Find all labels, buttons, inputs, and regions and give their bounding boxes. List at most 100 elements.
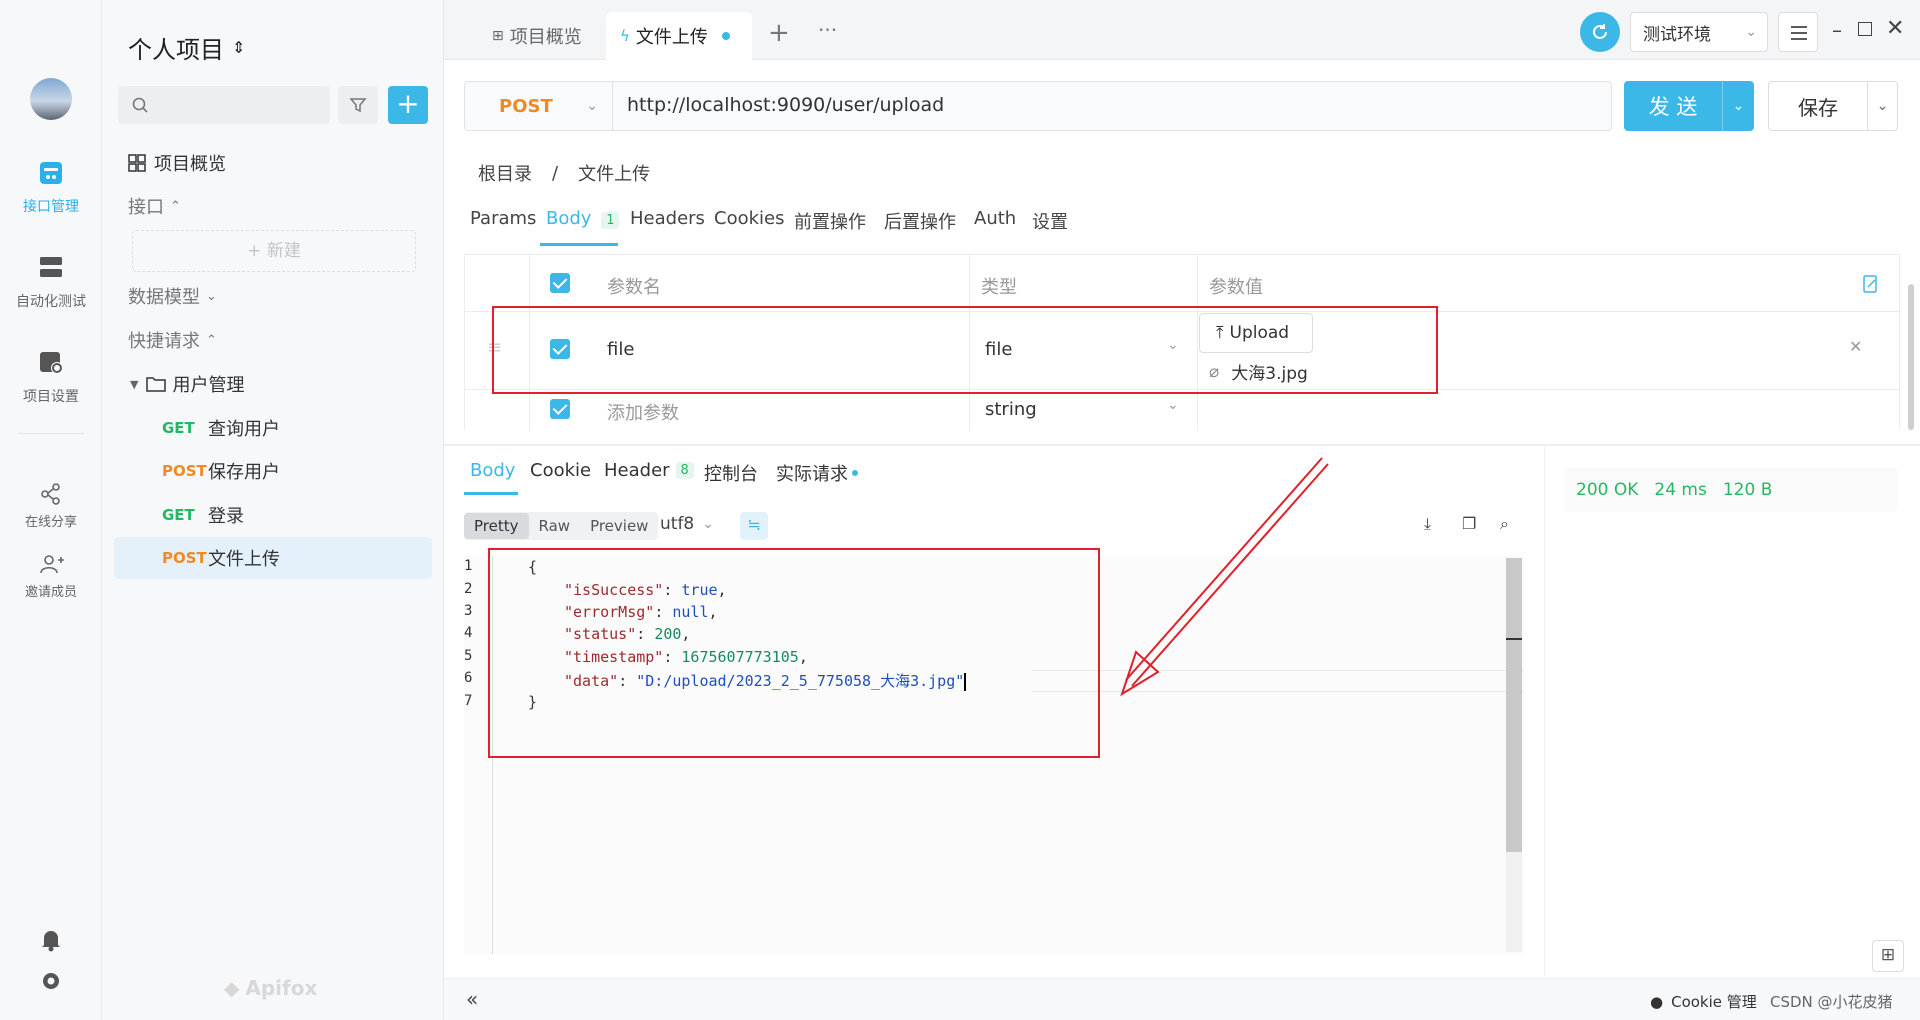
splitter[interactable]	[444, 444, 1920, 446]
request-name: 查询用户	[208, 419, 280, 440]
format-raw[interactable]: Raw	[529, 513, 581, 539]
user-avatar[interactable]	[30, 78, 72, 120]
send-label: 发 送	[1648, 95, 1698, 119]
param-type-select[interactable]: string	[985, 399, 1037, 420]
rail-item-automation[interactable]: 自动化测试	[0, 255, 102, 311]
editor-scrollbar[interactable]	[1506, 558, 1522, 852]
encoding-select[interactable]: utf8 ⌄	[660, 514, 714, 534]
send-dropdown-icon[interactable]: ⌄	[1722, 81, 1754, 131]
resp-tab-console[interactable]: 控制台	[704, 460, 758, 486]
tab-overview[interactable]: ⊞ 项目概览	[468, 12, 598, 60]
search-icon[interactable]: ⌕	[1500, 514, 1509, 534]
chevron-up-icon: ⌃	[206, 332, 217, 348]
automation-test-icon	[40, 257, 62, 277]
chevron-down-icon: ⌄	[586, 98, 598, 114]
col-header-name: 参数名	[607, 277, 661, 298]
annotation-box-response	[488, 548, 1100, 758]
menu-button[interactable]	[1778, 12, 1818, 52]
collapse-sidebar-icon[interactable]: «	[466, 987, 478, 1011]
request-item[interactable]: GET 登录	[102, 494, 444, 536]
layout-icon: ⊞	[1880, 945, 1896, 965]
sidebar-section-quick[interactable]: 快捷请求 ⌃	[102, 319, 444, 361]
folder-user-manage[interactable]: ▼ 用户管理	[102, 363, 444, 405]
params-scrollbar[interactable]	[1908, 284, 1914, 430]
subtab-settings[interactable]: 设置	[1032, 208, 1068, 234]
rail-item-invite[interactable]: 邀请成员	[0, 553, 102, 600]
folder-label: 用户管理	[172, 375, 245, 396]
env-select[interactable]: 测试环境 ⌄	[1630, 12, 1768, 52]
invite-member-icon	[40, 555, 64, 574]
request-item-active[interactable]: POST 文件上传	[114, 537, 432, 579]
grid-icon: ⊞	[492, 28, 504, 44]
resp-tab-body[interactable]: Body	[470, 460, 515, 481]
rail-item-project-settings[interactable]: 项目设置	[0, 350, 102, 406]
rail-item-share[interactable]: 在线分享	[0, 483, 102, 530]
subtab-body[interactable]: Body 1	[546, 208, 620, 229]
delete-row-button[interactable]: ✕	[1849, 337, 1862, 356]
download-icon[interactable]: ⤓	[1424, 514, 1431, 534]
save-button[interactable]: 保存 ⌄	[1768, 81, 1898, 131]
subtab-label: Headers	[630, 208, 705, 229]
row-checkbox[interactable]	[550, 399, 570, 419]
subtab-pre[interactable]: 前置操作	[794, 208, 866, 234]
cookie-manager-button[interactable]: ● Cookie 管理	[1650, 991, 1757, 1012]
sidebar-item-overview[interactable]: 项目概览	[102, 142, 444, 184]
maximize-button[interactable]	[1858, 22, 1872, 36]
wrap-toggle[interactable]: ≒	[740, 512, 768, 540]
request-item[interactable]: POST 保存用户	[102, 450, 444, 492]
response-time: 24 ms	[1654, 480, 1707, 500]
rail-item-api-manage[interactable]: 接口管理	[0, 160, 102, 216]
layout-toggle[interactable]: ⊞	[1872, 940, 1904, 972]
sidebar-section-model[interactable]: 数据模型 ⌄	[102, 275, 444, 317]
url-input[interactable]: http://localhost:9090/user/upload	[627, 94, 944, 116]
scroll-marker	[1506, 638, 1522, 640]
chevron-updown-icon: ⇕	[232, 38, 246, 57]
search-box[interactable]	[118, 86, 330, 124]
method-badge: GET	[162, 419, 195, 437]
format-preview[interactable]: Preview	[580, 513, 658, 539]
more-tabs-button[interactable]: ···	[818, 18, 837, 42]
save-dropdown-icon[interactable]: ⌄	[1867, 82, 1897, 130]
subtab-params[interactable]: Params	[470, 208, 536, 229]
gear-icon[interactable]	[40, 970, 62, 992]
send-button[interactable]: 发 送 ⌄	[1624, 81, 1754, 131]
filter-button[interactable]	[338, 86, 378, 124]
brand-text: Apifox	[245, 976, 318, 1000]
copy-icon[interactable]: ❐	[1462, 514, 1476, 533]
resp-tab-cookie[interactable]: Cookie	[530, 460, 591, 481]
rail-label: 自动化测试	[16, 294, 86, 310]
subtab-auth[interactable]: Auth	[974, 208, 1016, 229]
resp-tab-actual-request[interactable]: 实际请求	[776, 460, 858, 486]
new-api-button[interactable]: + 新建	[132, 230, 416, 272]
select-all-checkbox[interactable]	[550, 273, 570, 293]
bell-icon[interactable]	[40, 928, 62, 952]
active-tab-indicator	[540, 243, 618, 246]
minimize-button[interactable]: –	[1832, 18, 1842, 42]
add-button[interactable]: +	[388, 86, 428, 124]
subtab-label: 设置	[1032, 212, 1068, 233]
bulk-edit-icon[interactable]	[1863, 275, 1879, 293]
close-window-button[interactable]: ✕	[1886, 16, 1904, 41]
add-param-input[interactable]: 添加参数	[607, 399, 679, 425]
refresh-icon	[1593, 24, 1607, 39]
indicator-dot	[852, 470, 858, 476]
method-select[interactable]: POST ⌄	[465, 82, 613, 130]
subtab-post[interactable]: 后置操作	[884, 208, 956, 234]
save-label: 保存	[1798, 95, 1838, 120]
response-size: 120 B	[1722, 480, 1773, 500]
method-badge: POST	[162, 549, 207, 567]
tab-file-upload[interactable]: ϟ 文件上传	[606, 12, 752, 60]
new-tab-button[interactable]: +	[768, 18, 790, 48]
sync-button[interactable]	[1580, 12, 1620, 52]
breadcrumb-current: 文件上传	[578, 164, 651, 185]
subtab-headers[interactable]: Headers	[630, 208, 705, 229]
resp-tab-header[interactable]: Header 8	[604, 460, 694, 481]
project-title[interactable]: 个人项目 ⇕	[128, 30, 245, 65]
rail-label: 项目设置	[23, 389, 79, 405]
subtab-cookies[interactable]: Cookies	[714, 208, 784, 229]
format-pretty[interactable]: Pretty	[464, 513, 529, 539]
request-item[interactable]: GET 查询用户	[102, 407, 444, 449]
breadcrumb-root[interactable]: 根目录	[478, 160, 532, 186]
chevron-up-icon: ⌃	[170, 198, 181, 214]
sidebar-section-api[interactable]: 接口 ⌃	[102, 185, 444, 227]
